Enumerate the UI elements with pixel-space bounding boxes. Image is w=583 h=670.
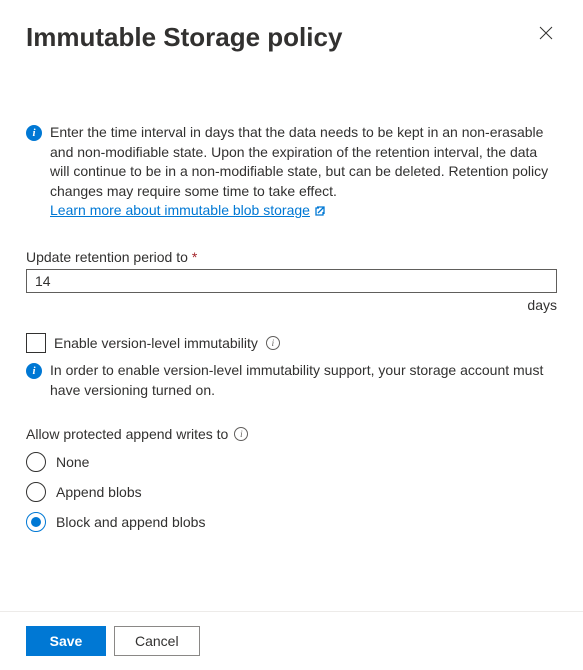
radio-label-none: None <box>56 454 89 470</box>
retention-label: Update retention period to * <box>26 249 557 265</box>
radio-none[interactable] <box>26 452 46 472</box>
info-callout: i Enter the time interval in days that t… <box>26 123 557 221</box>
radio-block-append[interactable] <box>26 512 46 532</box>
close-button[interactable] <box>535 22 557 47</box>
radio-option-none[interactable]: None <box>26 452 557 472</box>
retention-input[interactable] <box>26 269 557 293</box>
radio-option-block-append[interactable]: Block and append blobs <box>26 512 557 532</box>
dialog-footer: Save Cancel <box>0 611 583 670</box>
learn-more-link[interactable]: Learn more about immutable blob storage <box>50 201 326 221</box>
version-immutability-label: Enable version-level immutability <box>54 335 258 351</box>
info-icon: i <box>26 363 42 379</box>
version-immutability-info-text: In order to enable version-level immutab… <box>50 361 557 400</box>
external-link-icon <box>314 205 326 217</box>
tooltip-icon[interactable]: i <box>234 427 248 441</box>
retention-unit: days <box>26 297 557 313</box>
radio-option-append[interactable]: Append blobs <box>26 482 557 502</box>
learn-more-text: Learn more about immutable blob storage <box>50 201 310 221</box>
append-writes-label: Allow protected append writes to i <box>26 426 557 442</box>
info-text: Enter the time interval in days that the… <box>50 123 557 221</box>
info-icon-wrap: i <box>26 363 42 400</box>
required-star: * <box>192 249 197 265</box>
radio-append[interactable] <box>26 482 46 502</box>
dialog-header: Immutable Storage policy <box>26 22 557 53</box>
dialog-title: Immutable Storage policy <box>26 22 342 53</box>
version-immutability-info: i In order to enable version-level immut… <box>26 361 557 400</box>
version-immutability-row[interactable]: Enable version-level immutability i <box>26 333 557 353</box>
save-button[interactable]: Save <box>26 626 106 656</box>
info-icon: i <box>26 125 42 141</box>
cancel-button[interactable]: Cancel <box>114 626 200 656</box>
radio-label-block-append: Block and append blobs <box>56 514 205 530</box>
retention-field: Update retention period to * days <box>26 249 557 313</box>
tooltip-icon[interactable]: i <box>266 336 280 350</box>
info-body: Enter the time interval in days that the… <box>50 124 548 199</box>
close-icon <box>539 26 553 40</box>
version-immutability-checkbox[interactable] <box>26 333 46 353</box>
radio-label-append: Append blobs <box>56 484 142 500</box>
info-icon-wrap: i <box>26 125 42 221</box>
